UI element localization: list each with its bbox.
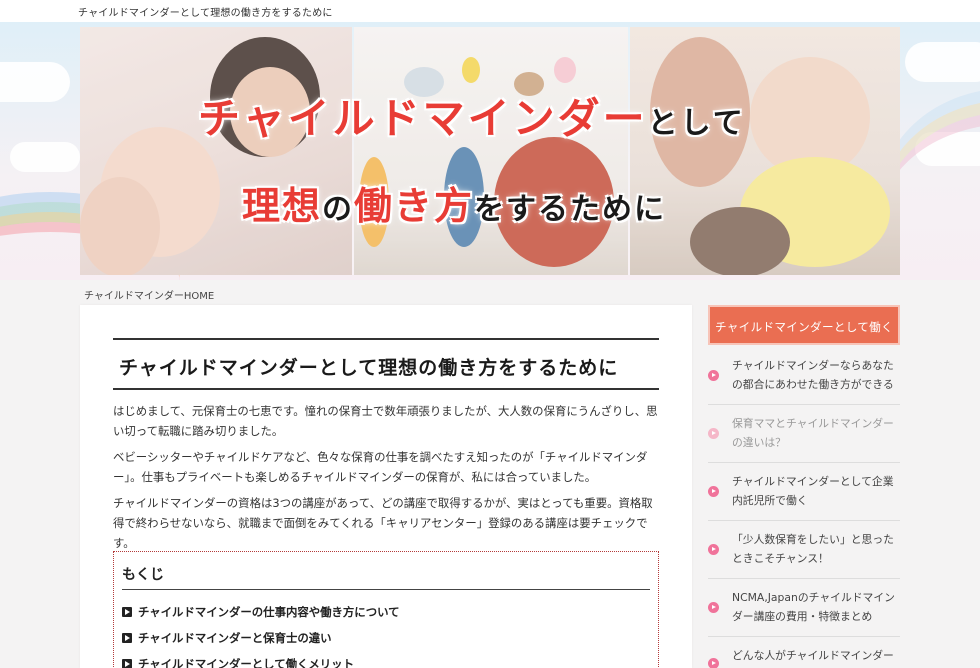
circle-arrow-icon	[708, 486, 719, 497]
toc-link[interactable]: チャイルドマインダーの仕事内容や働き方について	[122, 604, 400, 620]
play-arrow-icon	[122, 607, 132, 617]
toc-link[interactable]: チャイルドマインダーとして働くメリット	[122, 656, 354, 668]
article-paragraph: ベビーシッターやチャイルドケアなど、色々な保育の仕事を調べたすえ知ったのが「チャ…	[113, 450, 648, 484]
toc-link[interactable]: チャイルドマインダーと保育士の違い	[122, 630, 332, 646]
sidebar-link[interactable]: チャイルドマインダーとして企業内託児所で働く	[708, 463, 900, 521]
circle-arrow-icon	[708, 658, 719, 668]
sidebar-heading: チャイルドマインダーとして働く	[708, 305, 900, 345]
article-paragraph: チャイルドマインダーの資格は3つの講座があって、どの講座で取得するかが、実はとっ…	[113, 496, 653, 550]
sidebar-link[interactable]: 保育ママとチャイルドマインダーの違いは？	[708, 405, 900, 463]
toc-title: もくじ	[122, 564, 650, 590]
page-title: チャイルドマインダーとして理想の働き方をするために	[113, 338, 659, 390]
circle-arrow-icon	[708, 544, 719, 555]
cloud-decoration	[905, 42, 980, 82]
sidebar-link[interactable]: チャイルドマインダーならあなたの都合にあわせた働き方ができる	[708, 347, 900, 405]
hero-headline-line1: チャイルドマインダーとして	[198, 94, 746, 143]
table-of-contents: もくじ チャイルドマインダーの仕事内容や働き方について チャイルドマインダーと保…	[113, 551, 659, 668]
site-header: チャイルドマインダーとして理想の働き方をするために	[0, 0, 980, 22]
sidebar: チャイルドマインダーとして働く チャイルドマインダーならあなたの都合にあわせた働…	[708, 305, 900, 668]
circle-arrow-icon	[708, 428, 719, 439]
breadcrumb: チャイルドマインダーHOME	[84, 287, 214, 302]
cloud-decoration	[10, 142, 80, 172]
cloud-decoration	[0, 62, 70, 102]
breadcrumb-home-link[interactable]: チャイルドマインダーHOME	[84, 291, 214, 302]
hero-headline-line2: 理想の働き方をするために	[242, 184, 667, 228]
article-paragraph: はじめまして、元保育士の七恵です。憧れの保育士で数年頑張りましたが、大人数の保育…	[113, 404, 658, 438]
play-arrow-icon	[122, 659, 132, 668]
play-arrow-icon	[122, 633, 132, 643]
site-tagline[interactable]: チャイルドマインダーとして理想の働き方をするために	[78, 4, 333, 19]
hero-background: チャイルドマインダーとして 理想の働き方をするために	[0, 22, 980, 280]
sidebar-link[interactable]: 「少人数保育をしたい」と思ったときこそチャンス！	[708, 521, 900, 579]
hero-banner[interactable]: チャイルドマインダーとして 理想の働き方をするために	[80, 27, 900, 275]
main-article: チャイルドマインダーとして理想の働き方をするために はじめまして、元保育士の七恵…	[80, 305, 692, 668]
sidebar-link[interactable]: NCMA,Japanのチャイルドマインダー講座の費用・特徴まとめ	[708, 579, 900, 637]
sidebar-link[interactable]: どんな人がチャイルドマインダーを	[708, 637, 900, 668]
circle-arrow-icon	[708, 370, 719, 381]
circle-arrow-icon	[708, 602, 719, 613]
